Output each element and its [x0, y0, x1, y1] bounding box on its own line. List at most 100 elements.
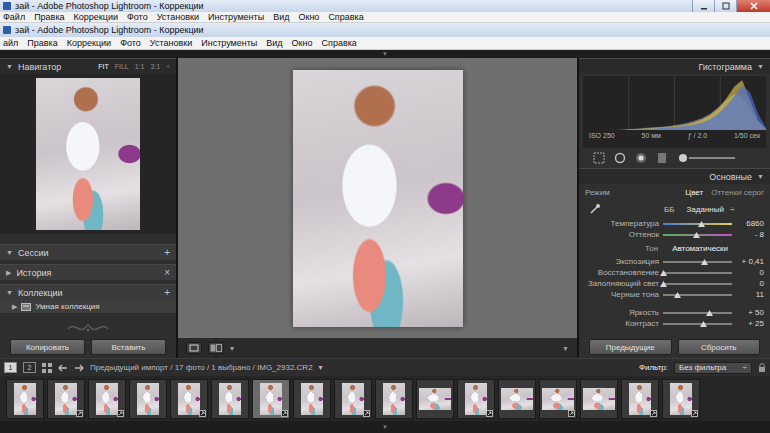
slider-thumb-icon[interactable]: [706, 310, 713, 316]
menu-item[interactable]: Правка: [27, 37, 57, 50]
filmstrip-thumb[interactable]: [293, 379, 331, 419]
slider-track[interactable]: [663, 218, 732, 229]
filmstrip-thumb[interactable]: [211, 379, 249, 419]
menu-item[interactable]: Правка: [34, 12, 64, 23]
panel-button[interactable]: Сбросить: [678, 339, 761, 355]
filmstrip-thumb[interactable]: [170, 379, 208, 419]
filmstrip-thumb[interactable]: [334, 379, 372, 419]
maximize-button[interactable]: [714, 0, 736, 12]
menu-item[interactable]: Справка: [322, 37, 357, 50]
screen-button[interactable]: 2: [23, 362, 36, 373]
filmstrip-thumb[interactable]: [375, 379, 413, 419]
menu-item[interactable]: Коррекции: [67, 37, 111, 50]
filmstrip-thumb[interactable]: [539, 379, 577, 419]
minimize-button[interactable]: [692, 0, 714, 12]
close-button[interactable]: [736, 0, 770, 12]
back-arrow-icon[interactable]: [58, 364, 68, 372]
menu-item[interactable]: Установки: [150, 37, 192, 50]
zoom-option[interactable]: FILL: [115, 63, 129, 70]
menu-item[interactable]: Вид: [266, 37, 282, 50]
navigator-header[interactable]: ▼НавигаторFITFILL1:13:1÷: [0, 58, 176, 74]
crop-icon[interactable]: [593, 152, 605, 164]
slider-thumb-icon[interactable]: [701, 259, 708, 265]
section-header[interactable]: ▼Коллекции+: [0, 284, 176, 300]
zoom-option[interactable]: 1:1: [135, 63, 145, 70]
bottom-panel-toggle[interactable]: ▼: [0, 421, 770, 433]
slider-thumb-icon[interactable]: [698, 221, 705, 227]
lock-icon[interactable]: [758, 363, 766, 373]
screen-button[interactable]: 1: [4, 362, 17, 373]
filmstrip-thumb[interactable]: [662, 379, 700, 419]
slider-track[interactable]: [663, 256, 732, 267]
menu-item[interactable]: Инструменты: [201, 37, 257, 50]
slider-thumb-icon[interactable]: [660, 270, 667, 276]
toolbar-dropdown[interactable]: ▾: [230, 344, 234, 353]
menu-item[interactable]: айл: [3, 37, 18, 50]
menu-item[interactable]: Установки: [157, 12, 199, 23]
slider-value[interactable]: + 0,41: [736, 256, 764, 267]
menu-item[interactable]: Фото: [120, 37, 141, 50]
section-action[interactable]: ×: [164, 267, 170, 278]
source-arrow[interactable]: ▾: [319, 363, 323, 372]
menu-item[interactable]: Файл: [3, 12, 25, 23]
filmstrip-thumb[interactable]: [6, 379, 44, 419]
adjustment-brush-icon[interactable]: [677, 152, 737, 164]
section-action[interactable]: +: [164, 247, 170, 258]
top-panel-toggle[interactable]: ▼: [0, 50, 770, 58]
filmstrip-thumb[interactable]: [580, 379, 618, 419]
filmstrip-thumb[interactable]: [416, 379, 454, 419]
slider-value[interactable]: - 8: [736, 229, 764, 240]
slider-value[interactable]: 6860: [736, 218, 764, 229]
filmstrip-thumb[interactable]: [47, 379, 85, 419]
histogram-header[interactable]: Гистограмма▼: [579, 58, 770, 74]
wb-select[interactable]: Заданный÷: [687, 205, 763, 214]
section-header[interactable]: ▼Сессии+: [0, 244, 176, 260]
filmstrip-thumb[interactable]: [498, 379, 536, 419]
collection-item[interactable]: ▶Умная коллекция: [0, 300, 176, 313]
menu-item[interactable]: Инструменты: [208, 12, 264, 23]
panel-button[interactable]: Копировать: [10, 339, 85, 355]
slider-track[interactable]: [663, 307, 732, 318]
zoom-option[interactable]: FIT: [98, 63, 109, 70]
slider-thumb-icon[interactable]: [660, 281, 667, 287]
navigator-preview[interactable]: [0, 74, 176, 234]
slider-thumb-icon[interactable]: [700, 321, 707, 327]
filmstrip-thumb[interactable]: [88, 379, 126, 419]
treatment-option[interactable]: Оттенки серог: [711, 188, 764, 197]
menu-item[interactable]: Вид: [273, 12, 289, 23]
slider-track[interactable]: [663, 229, 732, 240]
zoom-option[interactable]: 3:1: [150, 63, 160, 70]
menu-item[interactable]: Справка: [328, 12, 363, 23]
slider-value[interactable]: + 50: [736, 307, 764, 318]
filmstrip-source[interactable]: Предыдущий импорт / 17 фото / 1 выбрано …: [90, 363, 313, 372]
spot-removal-icon[interactable]: [614, 152, 626, 164]
grid-icon[interactable]: [42, 363, 52, 373]
slider-thumb-icon[interactable]: [693, 232, 700, 238]
panel-button[interactable]: Предыдущие: [589, 339, 672, 355]
auto-tone-button[interactable]: Автоматически: [672, 244, 728, 253]
red-eye-icon[interactable]: [635, 152, 647, 164]
slider-track[interactable]: [663, 267, 732, 278]
section-action[interactable]: +: [164, 287, 170, 298]
panel-button[interactable]: Вставить: [91, 339, 166, 355]
filmstrip-thumb[interactable]: [129, 379, 167, 419]
slider-track[interactable]: [663, 278, 732, 289]
filmstrip-thumb[interactable]: [457, 379, 495, 419]
slider-value[interactable]: 0: [736, 267, 764, 278]
before-after-button[interactable]: [208, 342, 224, 354]
filmstrip-thumb[interactable]: [621, 379, 659, 419]
slider-thumb-icon[interactable]: [674, 292, 681, 298]
slider-value[interactable]: + 25: [736, 318, 764, 329]
treatment-option[interactable]: Цвет: [685, 188, 703, 197]
eyedropper-icon[interactable]: [589, 203, 601, 215]
filmstrip-thumb[interactable]: [252, 379, 290, 419]
menu-item[interactable]: Фото: [127, 12, 148, 23]
filter-select[interactable]: Без фильтра÷: [674, 362, 752, 374]
slider-value[interactable]: 0: [736, 278, 764, 289]
zoom-arrow[interactable]: ÷: [166, 63, 170, 70]
graduated-filter-icon[interactable]: [656, 152, 668, 164]
slider-track[interactable]: [663, 318, 732, 329]
menu-item[interactable]: Коррекции: [74, 12, 118, 23]
toolbar-collapse[interactable]: ▼: [562, 345, 569, 352]
main-photo[interactable]: [293, 70, 463, 327]
